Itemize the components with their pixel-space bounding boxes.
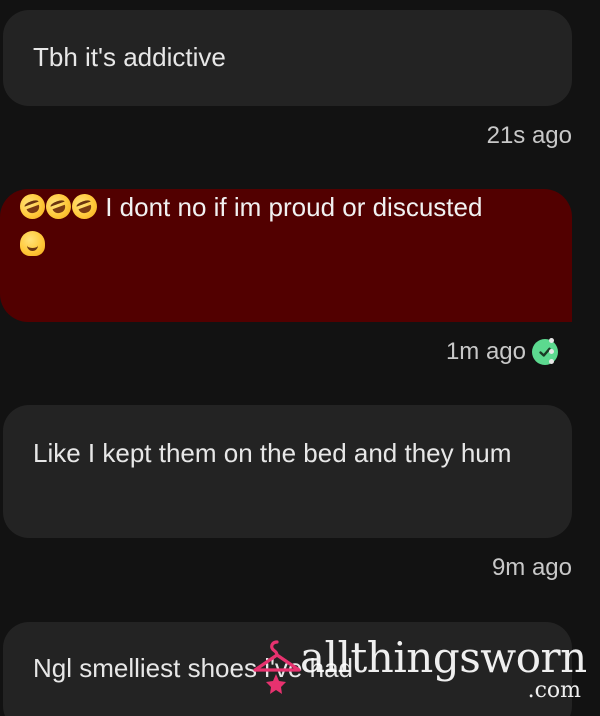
message-text: I dont no if im proud or discusted: [105, 192, 483, 222]
rofl-emoji-icon: [16, 190, 49, 223]
chat-thread: Tbh it's addictive 21s ago I dont no if …: [0, 0, 600, 716]
melting-face-emoji-icon: [20, 231, 45, 256]
message-bubble-received[interactable]: Tbh it's addictive: [3, 10, 572, 106]
read-check-icon: [532, 339, 558, 365]
message-timestamp: 21s ago: [486, 122, 572, 149]
message-bubble-received[interactable]: Like I kept them on the bed and they hum: [3, 405, 572, 538]
message-timestamp: 9m ago: [491, 554, 572, 581]
message-bubble-received[interactable]: Ngl smelliest shoes i've had: [3, 622, 572, 716]
message-timestamp: 1m ago: [446, 337, 558, 367]
emoji-group: [16, 190, 105, 223]
message-bubble-sent[interactable]: I dont no if im proud or discusted: [0, 189, 572, 322]
message-text: Ngl smelliest shoes i've had: [33, 653, 353, 683]
rofl-emoji-icon: [68, 190, 101, 223]
rofl-emoji-icon: [42, 190, 75, 223]
message-text: Like I kept them on the bed and they hum: [33, 438, 512, 468]
more-options-icon[interactable]: [548, 338, 554, 364]
message-text: Tbh it's addictive: [33, 42, 226, 72]
